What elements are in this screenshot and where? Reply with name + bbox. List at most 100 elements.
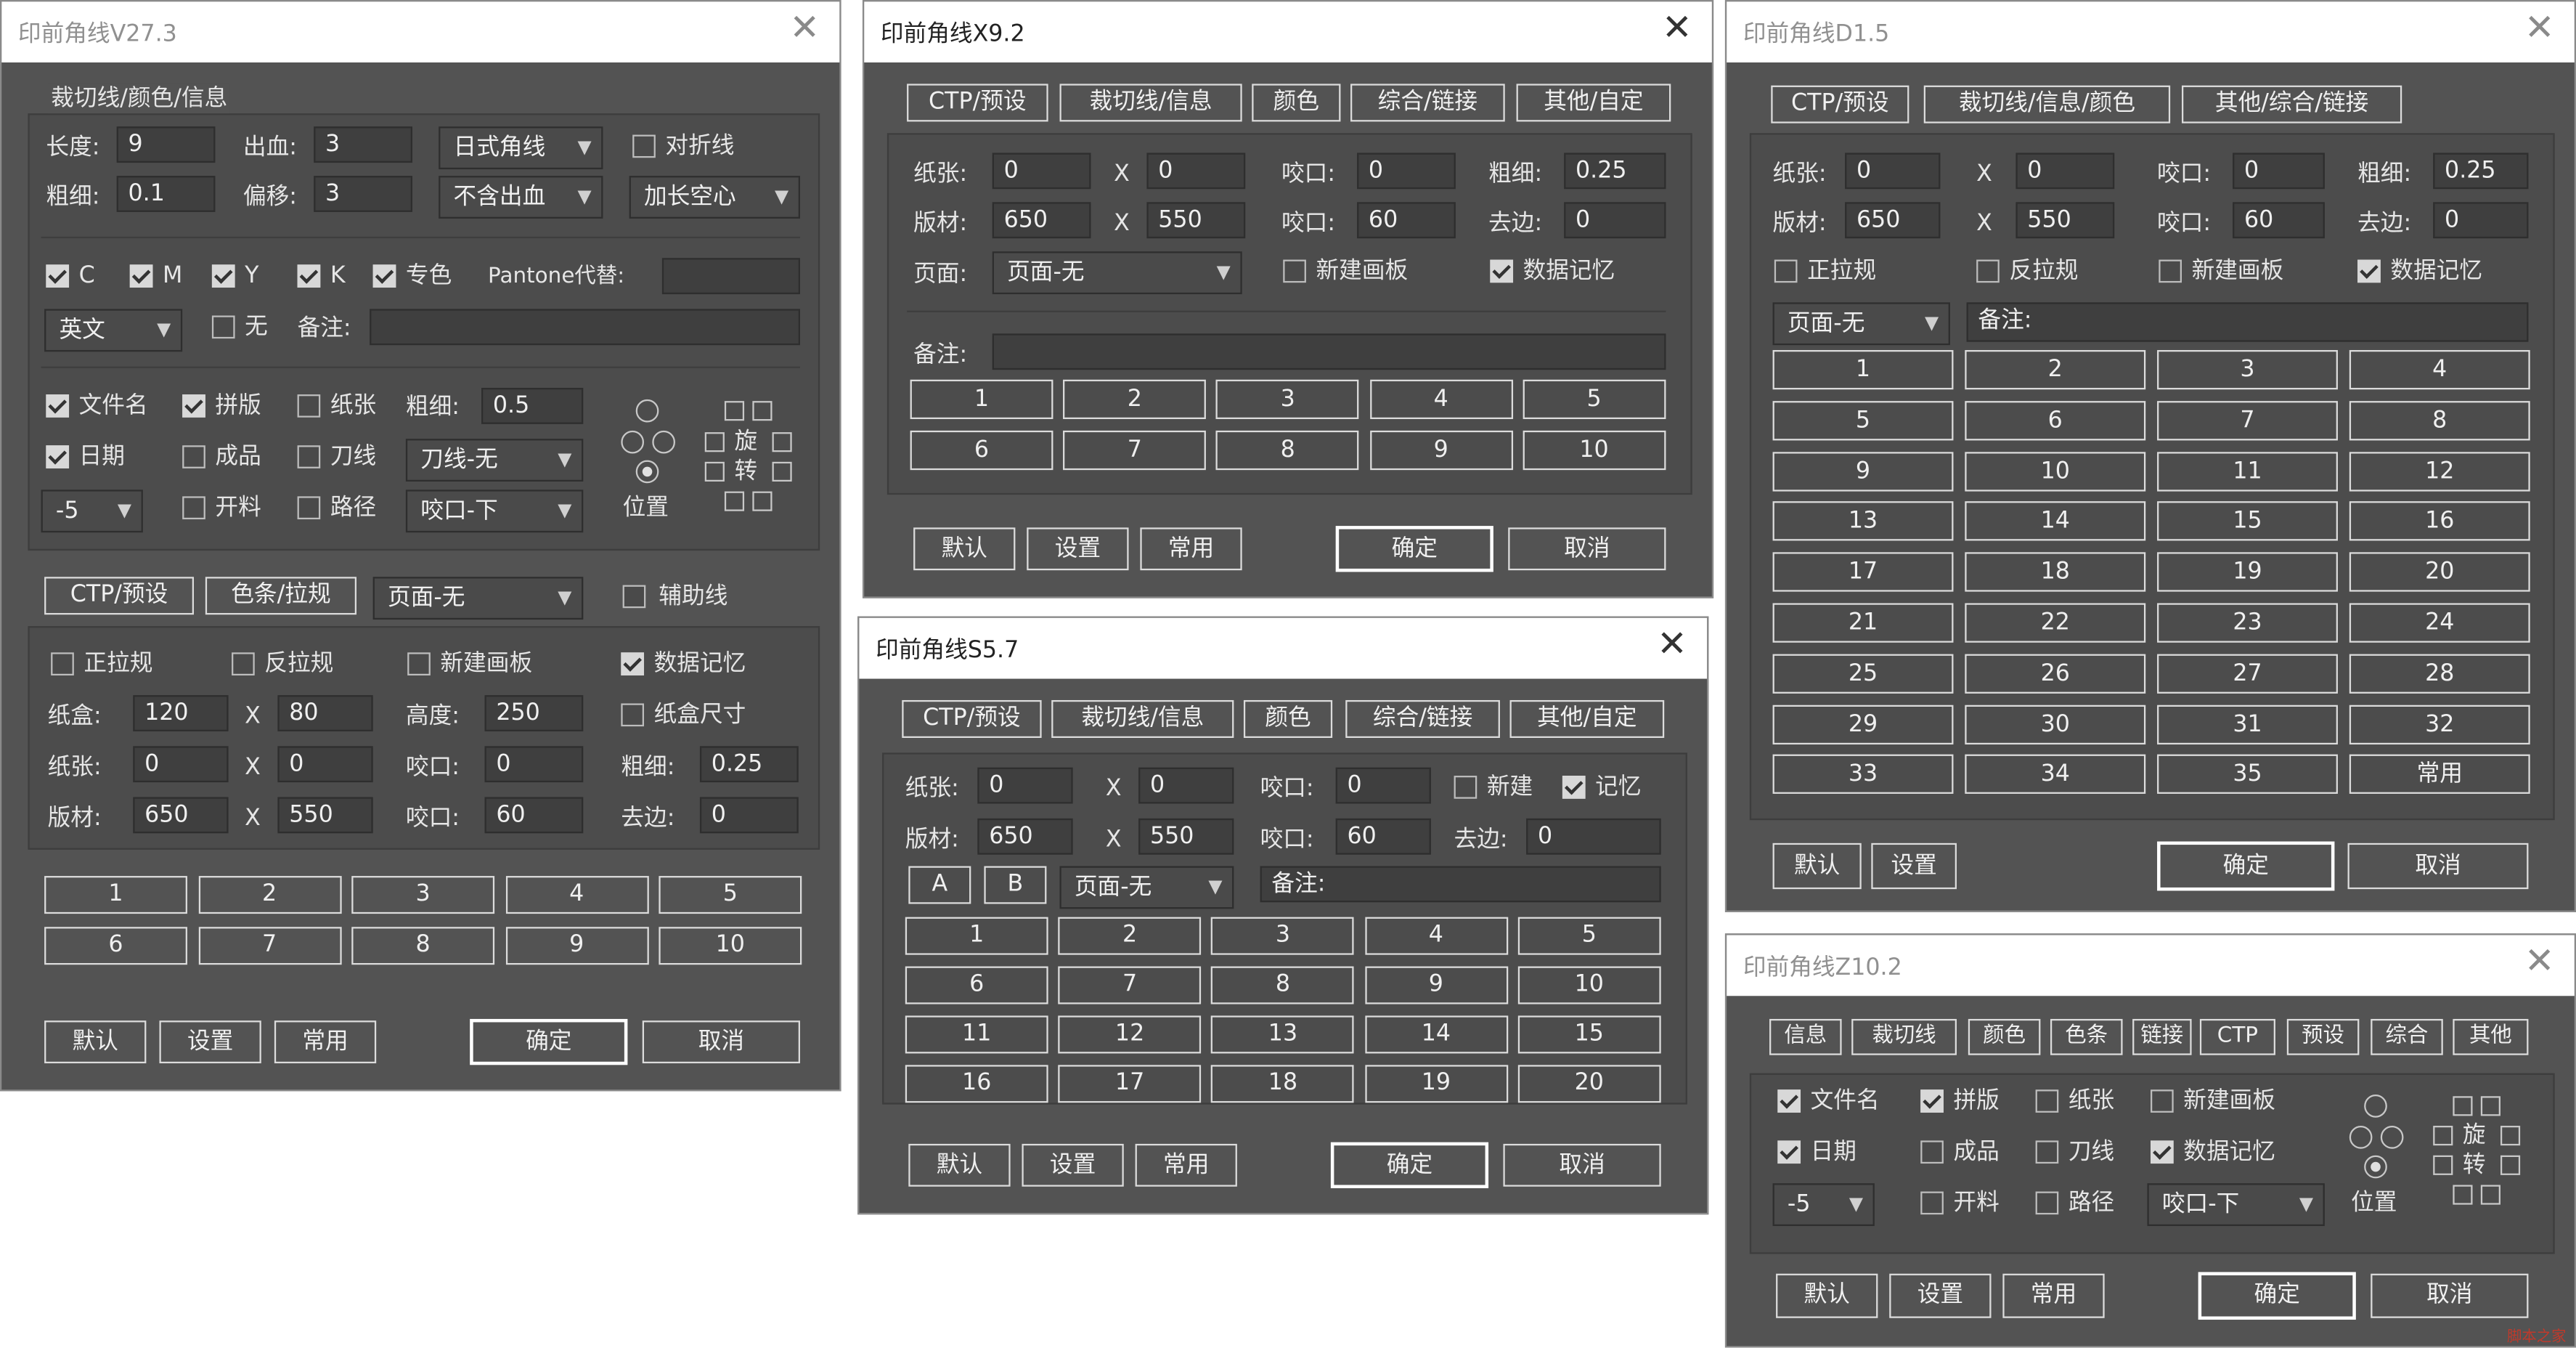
tab-button[interactable]: 信息 [1769, 1018, 1842, 1055]
preset-button[interactable]: 23 [2157, 603, 2338, 643]
preset-button[interactable]: 5 [659, 876, 802, 914]
cancel-button[interactable]: 取消 [1503, 1143, 1661, 1187]
tab-button[interactable]: 裁切线/信息 [1059, 84, 1242, 122]
trim-input[interactable]: 0 [1564, 202, 1666, 239]
note-input[interactable]: 备注: [1260, 866, 1661, 903]
offset-select[interactable]: -5 ▼ [1772, 1183, 1875, 1227]
preset-button[interactable]: 34 [1965, 755, 2146, 795]
preset-button[interactable]: 15 [1517, 1015, 1661, 1054]
preset-button[interactable]: 12 [2349, 451, 2530, 491]
close-icon[interactable]: ✕ [789, 8, 820, 51]
plate-height-input[interactable]: 550 [277, 797, 373, 834]
knife-checkbox[interactable] [297, 445, 321, 468]
default-button[interactable]: 默认 [1776, 1273, 1878, 1318]
position-radio-top[interactable] [635, 399, 659, 423]
common-button[interactable]: 常用 [2002, 1273, 2105, 1318]
tab-button[interactable]: 颜色 [1968, 1018, 2041, 1055]
height-input[interactable]: 250 [484, 695, 584, 731]
preset-button[interactable]: 29 [1772, 704, 1954, 744]
bite2-input[interactable]: 60 [2233, 202, 2325, 239]
preset-button[interactable]: 17 [1058, 1065, 1202, 1103]
tab-button[interactable]: 颜色 [1252, 84, 1341, 122]
thickness-input[interactable]: 0.1 [116, 176, 216, 212]
bite-select[interactable]: 咬口-下 ▼ [2147, 1183, 2325, 1227]
new-board-checkbox[interactable] [1283, 259, 1306, 283]
bite-select[interactable]: 咬口-下 ▼ [405, 490, 584, 533]
bite-input[interactable]: 0 [1335, 767, 1431, 804]
tab-button[interactable]: 其他/自定 [1516, 84, 1671, 122]
note-input[interactable] [370, 309, 800, 346]
common-button[interactable]: 常用 [274, 1020, 377, 1064]
path-checkbox[interactable] [297, 496, 321, 520]
preset-button[interactable]: 22 [1965, 603, 2146, 643]
settings-button[interactable]: 设置 [1027, 527, 1129, 571]
page-select[interactable]: 页面-无 ▼ [372, 577, 584, 620]
preset-button[interactable]: 17 [1772, 552, 1954, 593]
plate-height-input[interactable]: 550 [2015, 202, 2115, 239]
rotate-box[interactable] [2453, 1096, 2473, 1116]
tab-button[interactable]: 预设 [2286, 1018, 2360, 1055]
paper-width-input[interactable]: 0 [977, 767, 1073, 804]
preset-button[interactable]: 24 [2349, 603, 2530, 643]
rotate-box[interactable] [2500, 1155, 2521, 1175]
preset-button[interactable]: 3 [351, 876, 495, 914]
length-input[interactable]: 9 [116, 126, 216, 163]
filename-checkbox[interactable] [1777, 1089, 1801, 1113]
thickness-input[interactable]: 0.25 [2433, 153, 2529, 190]
preset-button[interactable]: 3 [1211, 917, 1355, 955]
preset-button[interactable]: 20 [2349, 552, 2530, 593]
preset-button[interactable]: 13 [1772, 502, 1954, 542]
paper-height-input[interactable]: 0 [1138, 767, 1234, 804]
preset-button[interactable]: 28 [2349, 654, 2530, 694]
ok-button[interactable]: 确定 [2198, 1272, 2356, 1320]
new-board-checkbox[interactable] [2151, 1089, 2174, 1113]
knife-select[interactable]: 刀线-无 ▼ [405, 439, 584, 482]
preset-button[interactable]: 11 [905, 1015, 1048, 1054]
common-button[interactable]: 常用 [1135, 1143, 1237, 1187]
tab-button[interactable]: 裁切线 [1851, 1018, 1957, 1055]
tab-button[interactable]: CTP [2199, 1018, 2275, 1055]
bite-input[interactable]: 0 [2233, 153, 2325, 190]
position-radio-bottom[interactable] [635, 460, 659, 484]
rotate-box[interactable] [724, 401, 745, 421]
paper-height-input[interactable]: 0 [1146, 153, 1246, 190]
default-button[interactable]: 默认 [1772, 843, 1862, 890]
cancel-button[interactable]: 取消 [1508, 527, 1666, 571]
preset-button[interactable]: 5 [1517, 917, 1661, 955]
cancel-button[interactable]: 取消 [2347, 843, 2529, 890]
preset-button[interactable]: 7 [197, 927, 341, 965]
front-pull-checkbox[interactable] [51, 652, 74, 676]
preset-button[interactable]: 35 [2157, 755, 2338, 795]
trim-input[interactable]: 0 [699, 797, 799, 834]
path-checkbox[interactable] [2035, 1191, 2059, 1215]
front-pull-checkbox[interactable] [1774, 259, 1798, 283]
plate-width-input[interactable]: 650 [133, 797, 229, 834]
note-input[interactable] [992, 333, 1666, 370]
preset-button[interactable]: 25 [1772, 654, 1954, 694]
preset-button[interactable]: 3 [1216, 379, 1360, 420]
position-radio-bottom[interactable] [2364, 1155, 2387, 1179]
preset-button[interactable]: 9 [1369, 430, 1513, 471]
impose-checkbox[interactable] [182, 394, 205, 418]
rotate-box[interactable] [2480, 1185, 2500, 1205]
preset-button[interactable]: 26 [1965, 654, 2146, 694]
preset-button[interactable]: 19 [2157, 552, 2338, 593]
rotate-box[interactable] [752, 491, 773, 511]
rotate-box[interactable] [772, 461, 792, 482]
trim-input[interactable]: 0 [2433, 202, 2529, 239]
cancel-button[interactable]: 取消 [2371, 1273, 2529, 1318]
pantone-input[interactable] [661, 258, 800, 295]
date-checkbox[interactable] [46, 445, 70, 468]
center-mode-select[interactable]: 加长空心 ▼ [629, 176, 800, 219]
thickness2-input[interactable]: 0.5 [481, 388, 584, 424]
preset-button[interactable]: 8 [351, 927, 495, 965]
new-checkbox[interactable] [1454, 776, 1477, 799]
preset-button[interactable]: 1 [910, 379, 1053, 420]
preset-button[interactable]: 7 [1058, 966, 1202, 1004]
preset-button[interactable]: 4 [1364, 917, 1508, 955]
paper-checkbox[interactable] [297, 394, 321, 418]
preset-button[interactable]: 19 [1364, 1065, 1508, 1103]
new-board-checkbox[interactable] [2159, 259, 2182, 283]
close-icon[interactable]: ✕ [1662, 8, 1692, 51]
position-radio-top[interactable] [2364, 1095, 2387, 1118]
